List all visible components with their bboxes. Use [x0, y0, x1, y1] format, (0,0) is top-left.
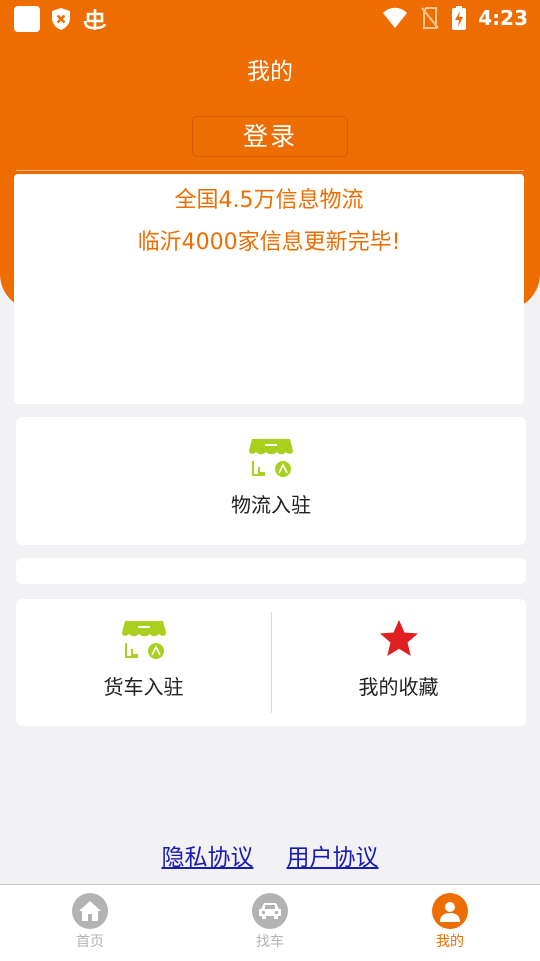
header-divider	[16, 170, 524, 171]
login-button[interactable]: 登录	[192, 116, 348, 157]
storefront-icon	[121, 621, 166, 659]
truck-join-button[interactable]: 货车入驻	[16, 617, 271, 700]
privacy-policy-link[interactable]: 隐私协议	[161, 845, 253, 871]
app-notification-icon	[14, 6, 40, 32]
user-agreement-link[interactable]: 用户协议	[287, 845, 379, 871]
wifi-icon	[383, 7, 408, 28]
my-favorites-label: 我的收藏	[358, 675, 439, 699]
home-icon	[72, 893, 108, 929]
status-bar: 4:23	[0, 0, 540, 38]
my-favorites-button[interactable]: 我的收藏	[271, 617, 526, 700]
bottom-tab-bar: 首页 找车 我的	[0, 884, 540, 961]
car-icon	[252, 893, 288, 929]
tab-find-car-label: 找车	[256, 934, 284, 950]
logistics-join-card[interactable]: 物流入驻	[16, 417, 526, 545]
battery-charging-icon	[452, 6, 467, 30]
notice-line-2: 临沂4000家信息更新完毕!	[137, 230, 401, 255]
notice-line-1: 全国4.5万信息物流	[174, 188, 364, 213]
no-sim-icon	[421, 7, 440, 29]
agreement-links: 隐私协议 用户协议	[0, 838, 540, 872]
tab-mine[interactable]: 我的	[410, 893, 490, 951]
bug-icon	[83, 9, 107, 30]
user-icon	[432, 893, 468, 929]
shield-icon	[52, 8, 70, 30]
notice-card: 全国4.5万信息物流 临沂4000家信息更新完毕!	[14, 174, 524, 404]
truck-join-label: 货车入驻	[103, 675, 184, 699]
empty-card	[16, 558, 526, 584]
star-icon	[379, 620, 418, 656]
tab-find-car[interactable]: 找车	[230, 893, 310, 951]
logistics-join-label: 物流入驻	[231, 493, 311, 517]
tab-home[interactable]: 首页	[50, 893, 130, 951]
status-time: 4:23	[478, 6, 528, 30]
storefront-icon	[249, 439, 293, 477]
tab-mine-label: 我的	[436, 934, 464, 950]
tab-home-label: 首页	[76, 934, 104, 950]
page-title: 我的	[247, 59, 293, 85]
